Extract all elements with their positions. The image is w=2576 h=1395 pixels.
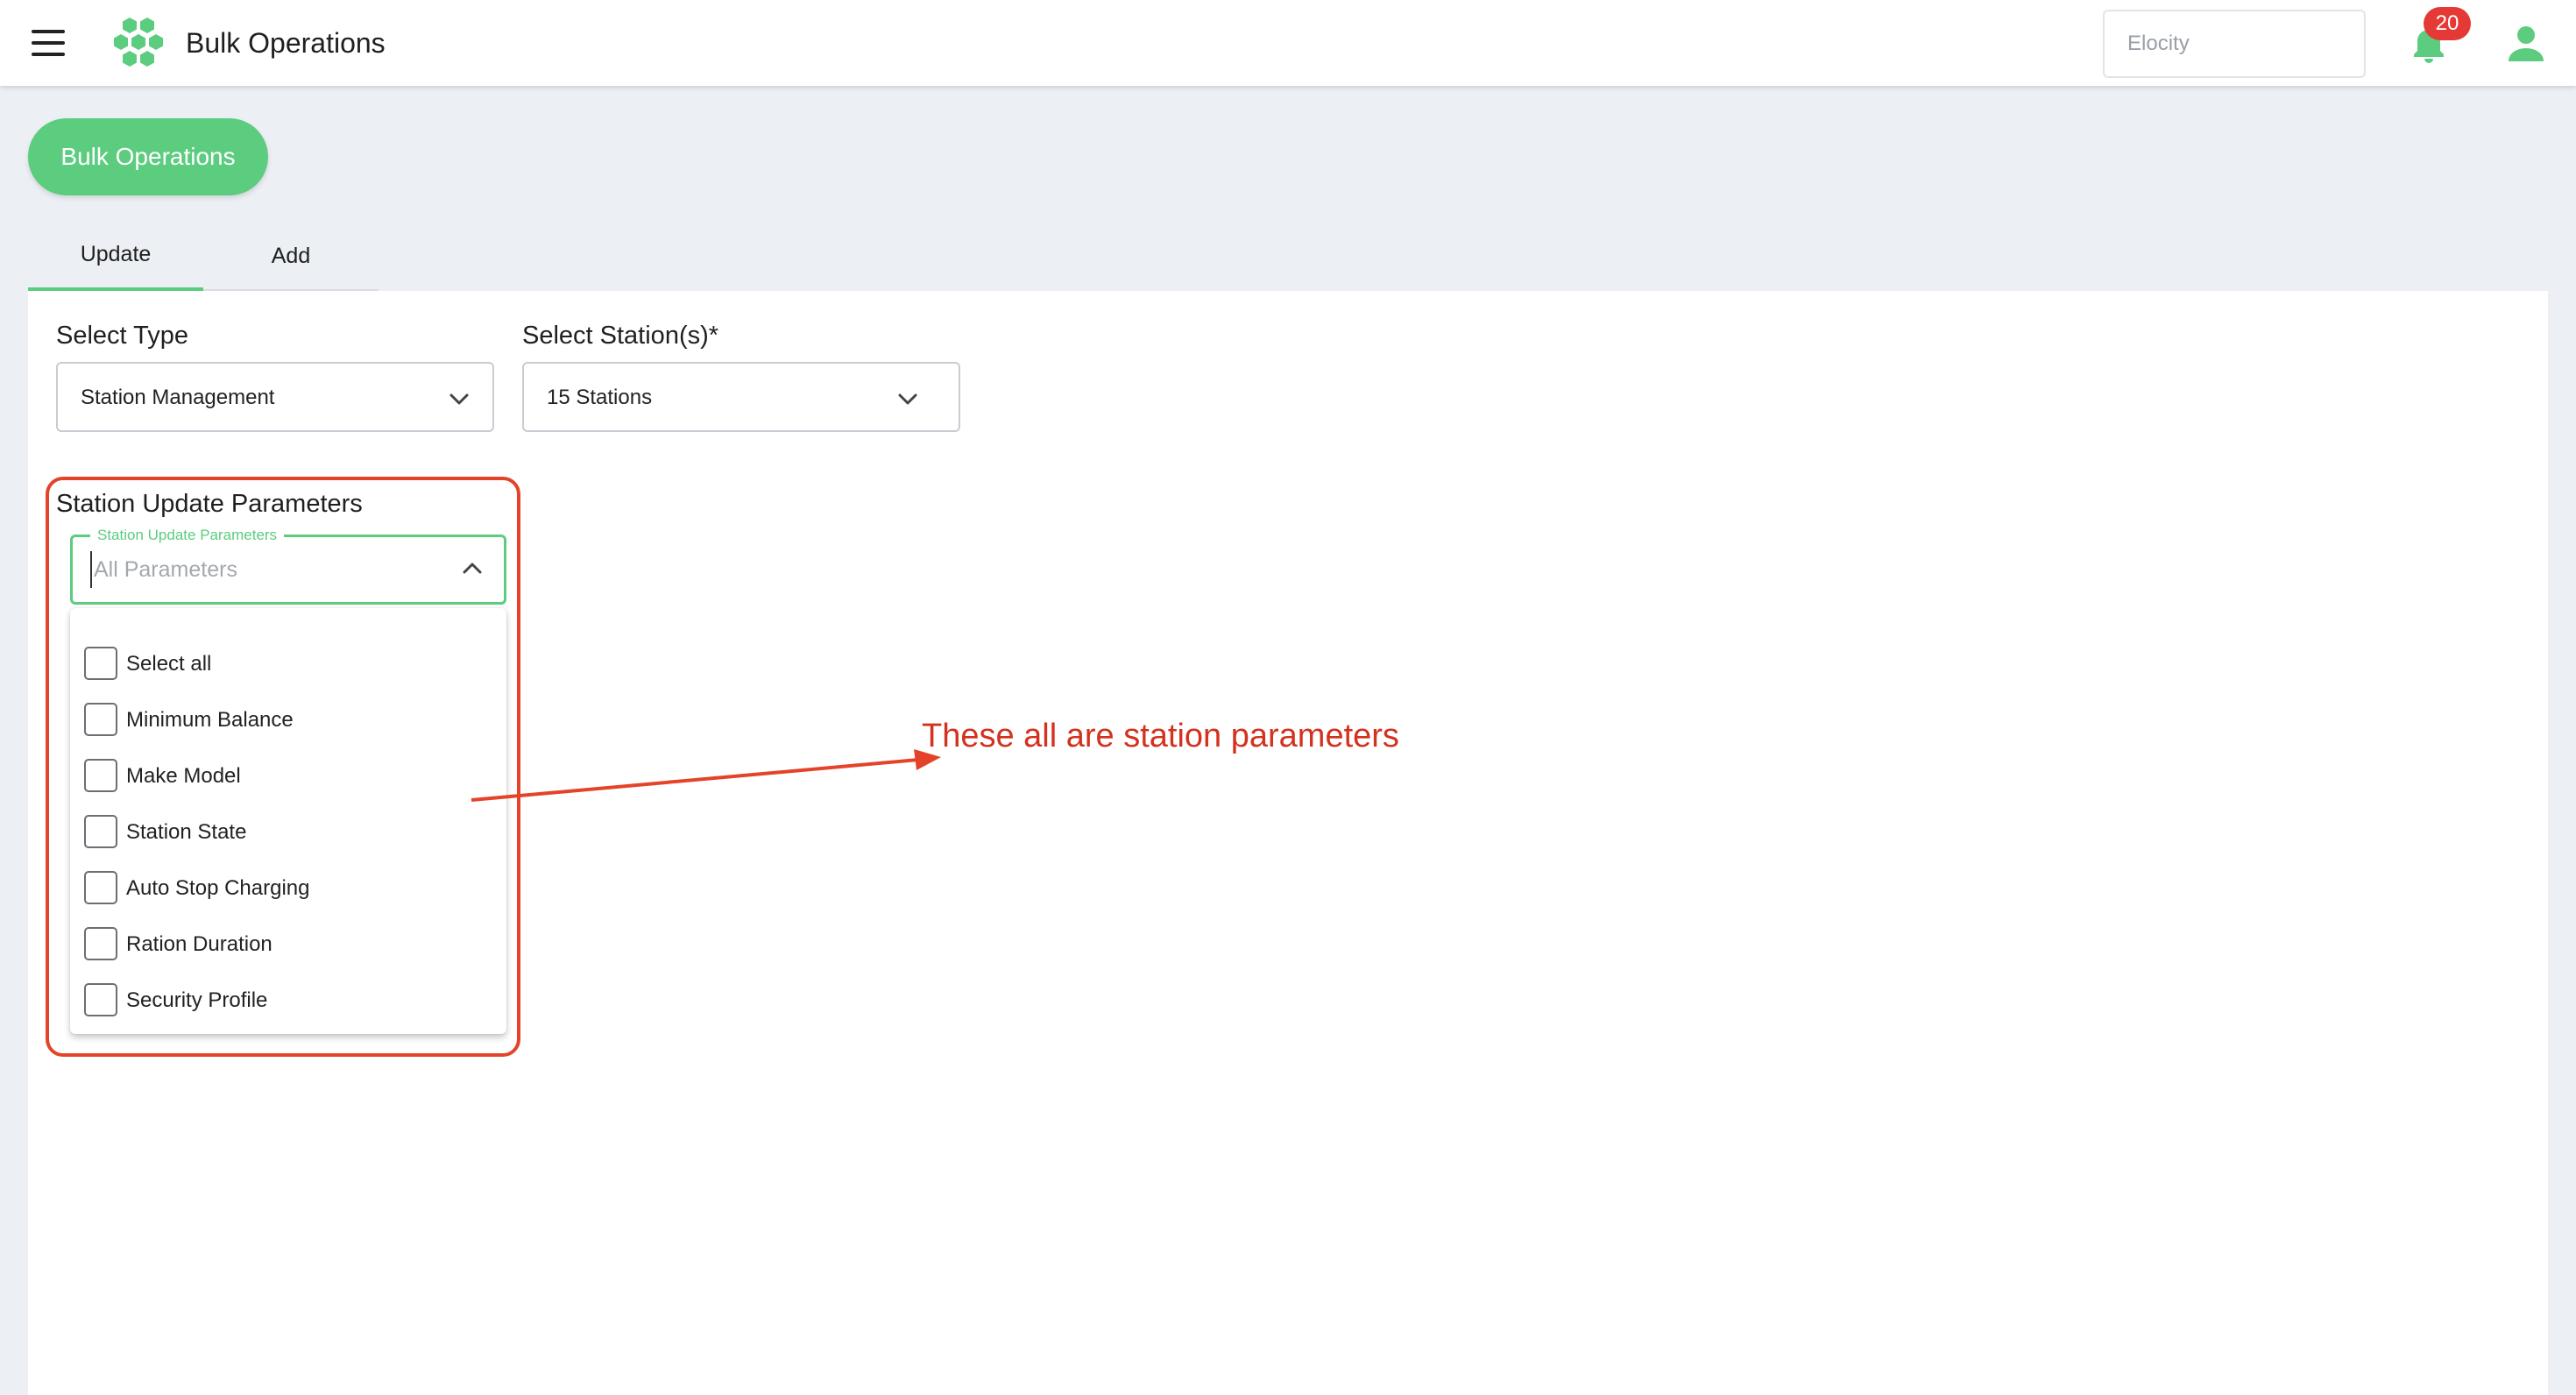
chevron-down-icon xyxy=(898,393,917,405)
hamburger-menu-icon[interactable] xyxy=(32,30,65,56)
app-title: Bulk Operations xyxy=(186,27,386,59)
select-type-dropdown[interactable]: Station Management xyxy=(56,362,494,432)
tab-update[interactable]: Update xyxy=(28,230,203,293)
select-type-value: Station Management xyxy=(81,386,275,409)
select-stations-label: Select Station(s)* xyxy=(522,322,719,350)
tab-bar: Update Add xyxy=(28,230,379,293)
select-stations-value: 15 Stations xyxy=(547,386,653,409)
annotation-text: These all are station parameters xyxy=(922,718,1399,754)
annotation-highlight-box xyxy=(46,477,520,1057)
user-icon[interactable] xyxy=(2508,25,2544,63)
notification-badge: 20 xyxy=(2424,7,2471,40)
select-type-label: Select Type xyxy=(56,322,189,350)
organization-input[interactable] xyxy=(2103,10,2366,78)
top-app-bar: Bulk Operations 20 xyxy=(0,0,2576,86)
page-heading-pill[interactable]: Bulk Operations xyxy=(28,118,268,195)
hexagon-cluster-logo xyxy=(114,18,163,67)
chevron-down-icon xyxy=(449,393,469,405)
annotation-arrow xyxy=(471,749,941,802)
select-stations-dropdown[interactable]: 15 Stations xyxy=(522,362,960,432)
tab-add[interactable]: Add xyxy=(203,230,379,291)
